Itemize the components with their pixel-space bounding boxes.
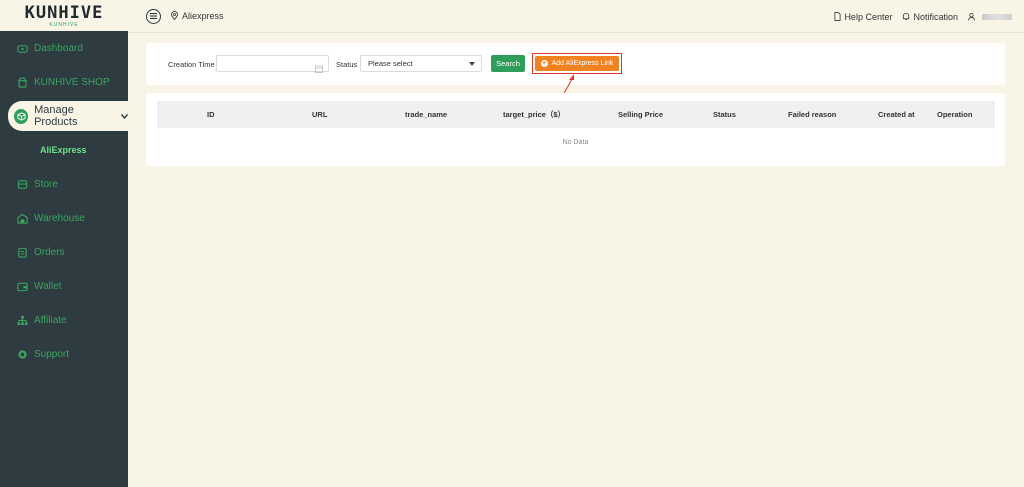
sidebar-item-affiliate[interactable]: Affiliate — [0, 303, 128, 337]
status-select-value: Please select — [368, 59, 413, 68]
column-header-id[interactable]: ID — [207, 101, 215, 128]
wallet-icon — [16, 280, 28, 292]
highlight-box: + Add AliExpress Link — [532, 53, 622, 74]
hamburger-icon — [150, 13, 157, 19]
sidebar-item-label: Wallet — [34, 280, 62, 292]
add-aliexpress-link-button[interactable]: + Add AliExpress Link — [535, 56, 619, 71]
column-header-trade-name[interactable]: trade_name — [405, 101, 447, 128]
add-aliexpress-link-label: Add AliExpress Link — [551, 60, 614, 67]
document-icon — [834, 12, 841, 21]
support-icon — [16, 348, 28, 360]
menu-toggle-button[interactable] — [146, 8, 161, 24]
status-label: Status — [336, 60, 358, 69]
sidebar-item-warehouse[interactable]: Warehouse — [0, 201, 128, 235]
sidebar: KUNHIVE KUNHIVE Dashboard KUNHIVE SHOP M… — [0, 0, 129, 487]
shop-icon — [16, 76, 28, 88]
logo-text: KUNHIVE — [24, 2, 104, 23]
sidebar-item-label: KUNHIVE SHOP — [34, 76, 110, 88]
sidebar-item-wallet[interactable]: Wallet — [0, 269, 128, 303]
column-header-failed-reason[interactable]: Failed reason — [788, 101, 836, 128]
sidebar-item-manage-products[interactable]: Manage Products — [8, 101, 129, 131]
empty-state-text: No Data — [562, 139, 589, 146]
store-icon — [16, 178, 28, 190]
sidebar-item-support[interactable]: Support — [0, 337, 128, 371]
breadcrumb: Aliexpress — [171, 10, 224, 22]
column-header-status[interactable]: Status — [713, 101, 736, 128]
column-header-url[interactable]: URL — [312, 101, 327, 128]
logo-subtext: KUNHIVE — [49, 21, 79, 28]
sidebar-item-label: Affiliate — [34, 314, 67, 326]
top-right-actions: Help Center Notification — [824, 0, 1012, 33]
chevron-down-icon — [120, 111, 129, 121]
logo[interactable]: KUNHIVE KUNHIVE — [0, 0, 128, 31]
breadcrumb-label: Aliexpress — [182, 11, 224, 21]
sidebar-item-label: Warehouse — [34, 212, 85, 224]
creation-time-label: Creation Time — [168, 60, 215, 69]
sidebar-item-label: Store — [34, 178, 58, 190]
help-center-label: Help Center — [844, 11, 893, 22]
box-icon — [14, 108, 29, 124]
table-card: ID URL trade_name target_price（$） Sellin… — [146, 93, 1005, 166]
sidebar-item-orders[interactable]: Orders — [0, 235, 128, 269]
sidebar-item-label: Support — [34, 348, 70, 360]
sidebar-item-store[interactable]: Store — [0, 167, 128, 201]
help-center-link[interactable]: Help Center — [834, 12, 892, 22]
status-select[interactable]: Please select — [360, 55, 482, 72]
sidebar-item-dashboard[interactable]: Dashboard — [0, 31, 128, 65]
notification-link[interactable]: Notification — [902, 12, 958, 22]
calendar-icon — [315, 60, 323, 78]
orders-icon — [16, 246, 28, 258]
column-header-selling-price[interactable]: Selling Price — [618, 101, 663, 128]
column-header-operation[interactable]: Operation — [937, 101, 972, 128]
caret-down-icon — [469, 62, 475, 66]
sidebar-subitem-label: AliExpress — [40, 145, 87, 155]
plus-circle-icon: + — [540, 60, 548, 67]
sidebar-item-label: Dashboard — [34, 42, 83, 54]
top-bar: Aliexpress Help Center Notification — [128, 0, 1024, 33]
creation-time-input[interactable] — [216, 55, 329, 73]
sidebar-subitem-aliexpress[interactable]: AliExpress — [0, 133, 128, 167]
warehouse-icon — [16, 212, 28, 224]
table-header: ID URL trade_name target_price（$） Sellin… — [157, 101, 995, 128]
sidebar-item-label: Orders — [34, 246, 65, 258]
user-menu[interactable] — [968, 12, 1012, 21]
filter-card: Creation Time Status Please select Searc… — [146, 43, 1005, 85]
affiliate-icon — [16, 314, 28, 326]
user-icon — [968, 12, 975, 21]
username-blurred — [982, 13, 1012, 20]
location-pin-icon — [171, 10, 178, 22]
column-header-target-price[interactable]: target_price（$） — [503, 101, 565, 128]
column-header-created-at[interactable]: Created at — [878, 101, 915, 128]
dashboard-icon — [16, 42, 28, 54]
sidebar-item-kunhive-shop[interactable]: KUNHIVE SHOP — [0, 65, 128, 99]
bell-icon — [903, 13, 910, 21]
search-button[interactable]: Search — [491, 55, 525, 72]
notification-label: Notification — [913, 11, 958, 22]
sidebar-item-label: Manage Products — [34, 104, 78, 128]
sidebar-nav: Dashboard KUNHIVE SHOP Manage Products A… — [0, 31, 129, 371]
